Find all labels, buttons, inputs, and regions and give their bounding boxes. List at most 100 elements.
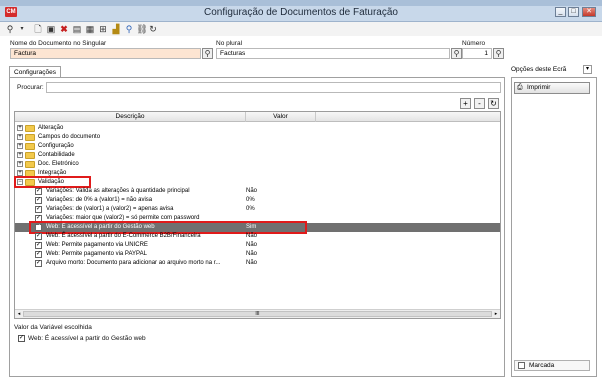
- folder-label: Campos do documento: [38, 134, 101, 140]
- printer-icon: ⎙: [517, 84, 523, 91]
- grid-icon[interactable]: ▦: [84, 23, 96, 35]
- marked-checkbox[interactable]: [518, 362, 525, 369]
- number-input[interactable]: 1: [462, 48, 492, 59]
- screen-options-label: Opções deste Ecrã: [511, 66, 567, 73]
- setting-row[interactable]: ✓ Variações: Valida as alterações à quan…: [15, 187, 500, 196]
- dropdown-icon[interactable]: ▾: [16, 23, 28, 35]
- folder-icon: [25, 152, 35, 159]
- checkbox-checked[interactable]: ✓: [35, 251, 42, 258]
- singular-lookup-button[interactable]: ⚲: [202, 48, 213, 59]
- checkbox-checked[interactable]: ✓: [35, 188, 42, 195]
- plural-lookup-button[interactable]: ⚲: [451, 48, 462, 59]
- search-icon[interactable]: ⚲: [4, 23, 16, 35]
- delete-icon[interactable]: ✖: [58, 23, 70, 35]
- title-bar: CM Configuração de Documentos de Faturaç…: [0, 0, 602, 22]
- setting-row[interactable]: ✓ Variações: de 0% a (valor1) = não avis…: [15, 196, 500, 205]
- setting-row[interactable]: ✓ Arquivo morto: Documento para adiciona…: [15, 259, 500, 268]
- maximize-button[interactable]: □: [568, 7, 579, 17]
- scrollbar-thumb[interactable]: III: [23, 311, 492, 317]
- setting-value: Não: [246, 233, 258, 239]
- folder-icon: [25, 134, 35, 141]
- table-icon[interactable]: ▤: [71, 23, 83, 35]
- folder-label: Contabilidade: [38, 152, 75, 158]
- expand-icon[interactable]: +: [17, 152, 23, 158]
- setting-value: 0%: [246, 206, 255, 212]
- expand-icon[interactable]: +: [17, 134, 23, 140]
- tree-folder-row[interactable]: + Doc. Eletrónico: [15, 160, 500, 169]
- marked-label: Marcada: [529, 362, 555, 369]
- marked-checkbox-row[interactable]: Marcada: [514, 360, 590, 371]
- setting-value: Não: [246, 260, 258, 266]
- folder-icon: [25, 125, 35, 132]
- setting-row[interactable]: ✓ Web: É acessível a partir do E-Commerc…: [15, 232, 500, 241]
- setting-label: Variações: Valida as alterações à quanti…: [46, 188, 190, 194]
- right-options-panel: [511, 77, 597, 377]
- tree-folder-row[interactable]: + Alteração: [15, 124, 500, 133]
- new-document-icon[interactable]: 🗋: [32, 23, 44, 35]
- window-title: Configuração de Documentos de Faturação: [203, 7, 398, 18]
- search-input[interactable]: [46, 82, 501, 93]
- folder-label: Configuração: [38, 143, 74, 149]
- setting-label: Arquivo morto: Documento para adicionar …: [46, 260, 221, 266]
- variable-value-label: Valor da Variável escolhida: [14, 324, 92, 331]
- expand-icon[interactable]: +: [17, 125, 23, 131]
- expand-icon[interactable]: +: [17, 143, 23, 149]
- setting-value: 0%: [246, 197, 255, 203]
- column-header-value[interactable]: Valor: [246, 112, 316, 122]
- setting-label: Web: Permite pagamento via PAYPAL: [46, 251, 147, 257]
- folder-label: Doc. Eletrónico: [38, 161, 79, 167]
- scroll-right-icon[interactable]: ▸: [492, 310, 500, 318]
- setting-value: Não: [246, 251, 258, 257]
- horizontal-scrollbar[interactable]: ◂ III ▸: [15, 309, 500, 318]
- chevron-down-icon[interactable]: ▾: [583, 65, 592, 74]
- minimize-button[interactable]: _: [555, 7, 566, 17]
- expand-icon[interactable]: +: [17, 161, 23, 167]
- setting-value: Não: [246, 188, 258, 194]
- checkbox-checked[interactable]: ✓: [35, 197, 42, 204]
- screen-options-combo[interactable]: Opções deste Ecrã ▾: [511, 64, 597, 75]
- scroll-left-icon[interactable]: ◂: [15, 310, 23, 318]
- save-icon[interactable]: ▣: [45, 23, 57, 35]
- search-label: Procurar:: [17, 84, 44, 91]
- grid-header: Descrição Valor: [15, 112, 500, 122]
- plural-name-input[interactable]: Facturas: [216, 48, 450, 59]
- variable-value-checkbox[interactable]: ✓: [18, 335, 25, 342]
- folder-label: Alteração: [38, 125, 64, 131]
- checkbox-checked[interactable]: ✓: [35, 233, 42, 240]
- chart-icon[interactable]: ▟: [110, 23, 122, 35]
- setting-row[interactable]: ✓ Web: Permite pagamento via PAYPAL Não: [15, 250, 500, 259]
- print-button-label: Imprimir: [527, 84, 551, 91]
- folder-icon: [25, 161, 35, 168]
- setting-value: Não: [246, 242, 258, 248]
- collapse-all-button[interactable]: -: [474, 98, 485, 109]
- number-label: Número: [462, 40, 486, 47]
- checkbox-checked[interactable]: ✓: [35, 242, 42, 249]
- number-lookup-button[interactable]: ⚲: [493, 48, 504, 59]
- settings-grid: Descrição Valor + Alteração + Campos do …: [14, 111, 501, 319]
- toolbar-separator: [143, 24, 144, 34]
- refresh-grid-button[interactable]: ↻: [488, 98, 499, 109]
- column-header-description[interactable]: Descrição: [15, 112, 246, 122]
- refresh-icon[interactable]: ↻: [147, 23, 159, 35]
- tree-folder-row[interactable]: + Contabilidade: [15, 151, 500, 160]
- setting-label: Web: Permite pagamento via UNICRE: [46, 242, 148, 248]
- singular-label: Nome do Documento no Singular: [10, 40, 107, 47]
- folder-icon: [25, 143, 35, 150]
- columns-icon[interactable]: ⊞: [97, 23, 109, 35]
- setting-label: Variações: de (valor1) a (valor2) = apen…: [46, 206, 174, 212]
- variable-value-checkbox-label: Web: É acessível a partir do Gestão web: [28, 335, 146, 342]
- setting-row[interactable]: ✓ Web: Permite pagamento via UNICRE Não: [15, 241, 500, 250]
- singular-name-input[interactable]: Factura: [10, 48, 201, 59]
- print-button[interactable]: ⎙ Imprimir: [514, 82, 590, 94]
- tree-folder-row[interactable]: + Campos do documento: [15, 133, 500, 142]
- setting-row[interactable]: ✓ Variações: de (valor1) a (valor2) = ap…: [15, 205, 500, 214]
- checkbox-checked[interactable]: ✓: [35, 206, 42, 213]
- plural-label: No plural: [216, 40, 243, 47]
- close-button[interactable]: ✕: [582, 7, 596, 17]
- checkbox-checked[interactable]: ✓: [35, 260, 42, 267]
- toolbar: ⚲ ▾ 🗋 ▣ ✖ ▤ ▦ ⊞ ▟ ⚲ ⛓ ↻: [0, 22, 602, 36]
- expand-all-button[interactable]: +: [460, 98, 471, 109]
- zoom-icon[interactable]: ⚲: [123, 23, 135, 35]
- setting-label: Variações: de 0% a (valor1) = não avisa: [46, 197, 153, 203]
- tree-folder-row[interactable]: + Configuração: [15, 142, 500, 151]
